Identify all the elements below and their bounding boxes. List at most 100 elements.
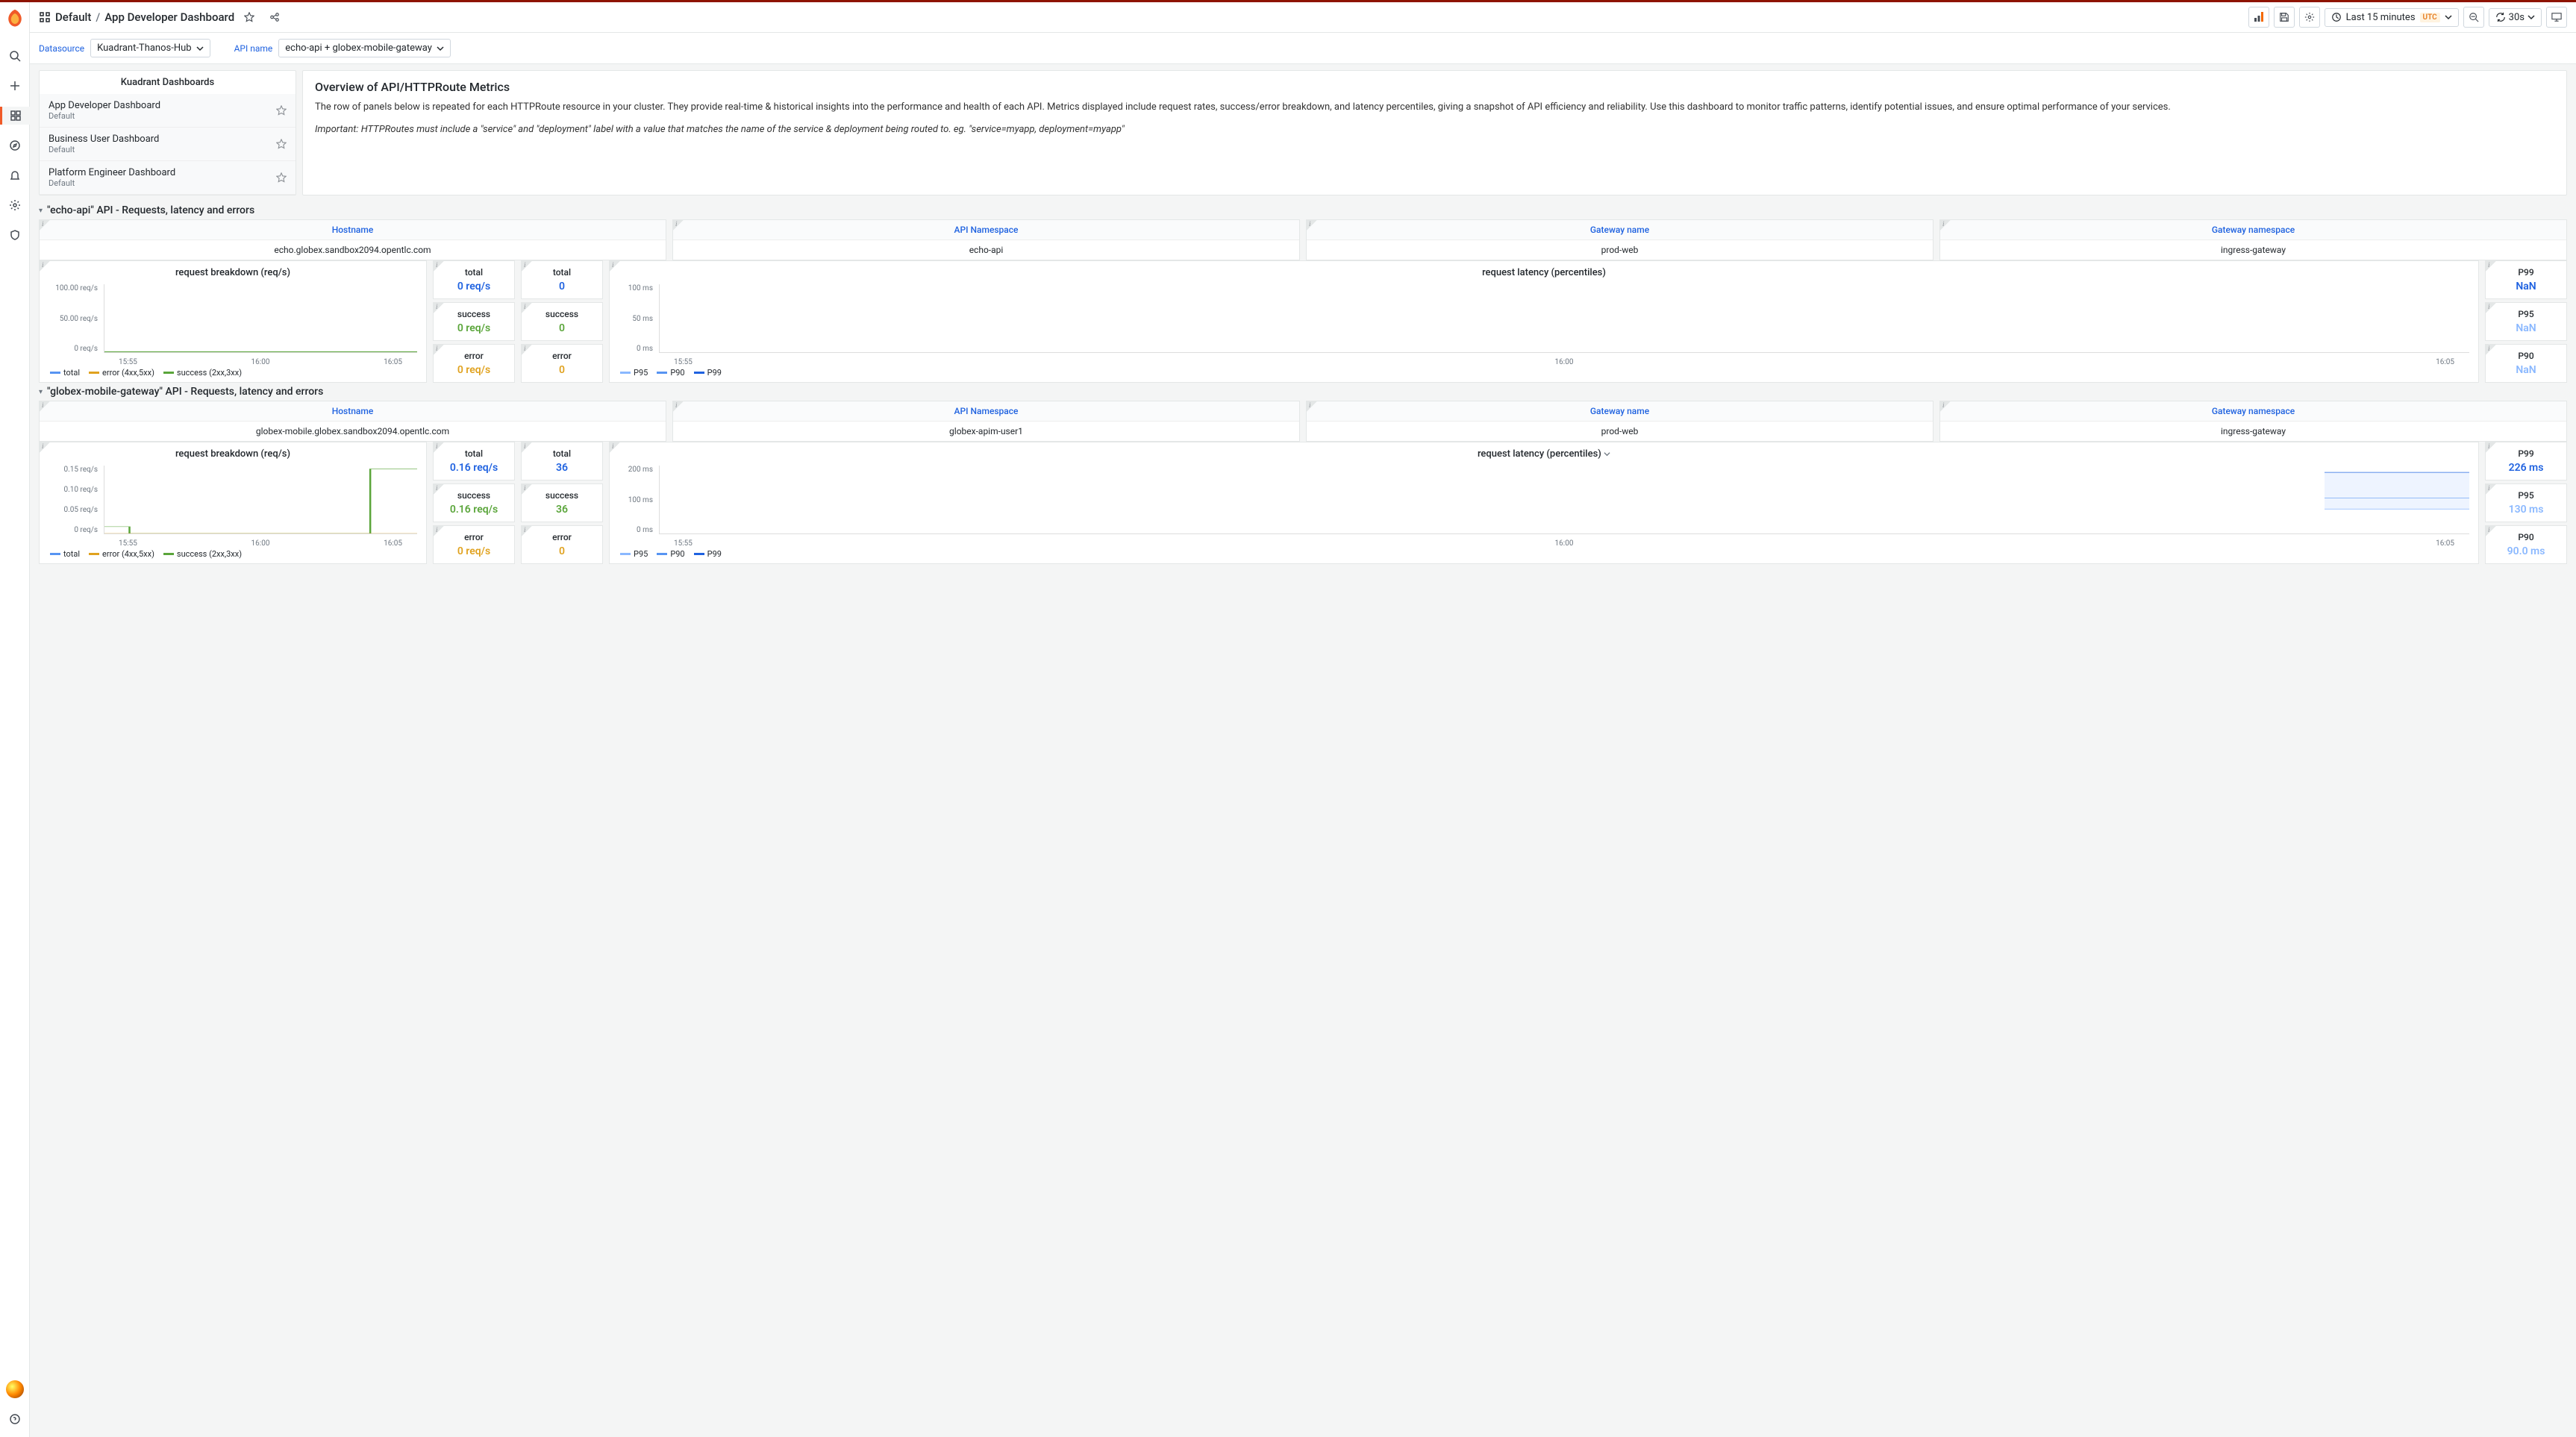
stat-error-rate: ierror0 req/s [433, 525, 515, 564]
info-cell: i Gateway name prod-web [1306, 401, 1933, 442]
dashboard-header: Default / App Developer Dashboard Last 1… [30, 2, 2576, 33]
panel-info-icon[interactable]: i [2486, 261, 2496, 272]
plus-icon[interactable] [6, 77, 24, 95]
stat-p95: iP95130 ms [2485, 483, 2567, 522]
zoom-out-icon[interactable] [2463, 7, 2484, 28]
panel-info-icon[interactable]: i [2486, 303, 2496, 313]
shield-icon[interactable] [6, 226, 24, 244]
panel-info-icon[interactable]: i [2486, 442, 2496, 453]
stat-p95: iP95NaN [2485, 302, 2567, 341]
overview-important: Important: HTTPRoutes must include a "se… [315, 124, 1125, 135]
dashlist-item[interactable]: App Developer Dashboard Default [40, 94, 296, 128]
panel-info-icon[interactable]: i [2486, 484, 2496, 495]
gear-icon[interactable] [6, 196, 24, 214]
overview-body: The row of panels below is repeated for … [315, 100, 2554, 115]
request-breakdown-panel: i request breakdown (req/s) 0.15 req/s0.… [39, 442, 427, 564]
user-avatar-icon[interactable] [6, 1380, 24, 1398]
dashboards-icon[interactable] [0, 107, 30, 125]
row-header[interactable]: ▾ "echo-api" API - Requests, latency and… [39, 201, 2567, 219]
info-cell: i Hostname echo.globex.sandbox2094.opent… [39, 219, 666, 260]
dashlist-item[interactable]: Platform Engineer Dashboard Default [40, 161, 296, 195]
y-axis: 200 ms100 ms0 ms [619, 466, 656, 534]
chart-plot[interactable] [659, 466, 2469, 534]
request-latency-panel: i request latency (percentiles) 200 ms10… [609, 442, 2479, 564]
panel-info-icon[interactable]: i [434, 442, 444, 453]
settings-icon[interactable] [2299, 7, 2320, 28]
dashlist-title: Kuadrant Dashboards [40, 71, 296, 94]
dashlist-item-name: App Developer Dashboard [49, 100, 160, 111]
panel-info-icon[interactable]: i [522, 345, 532, 355]
chart-plot[interactable] [104, 284, 417, 353]
request-latency-panel: i request latency (percentiles) 100 ms50… [609, 260, 2479, 383]
monitor-icon[interactable] [2546, 7, 2567, 28]
chevron-down-icon [196, 45, 204, 52]
x-axis: 15:5516:0016:05 [659, 539, 2469, 548]
panel-info-icon[interactable]: i [434, 261, 444, 272]
var-api-name-label: API name [234, 43, 273, 54]
var-datasource-select[interactable]: Kuadrant-Thanos-Hub [90, 39, 210, 57]
panel-info-icon[interactable]: i [2486, 345, 2496, 355]
star-icon[interactable] [276, 139, 287, 149]
info-cell: i API Namespace echo-api [672, 219, 1300, 260]
row-title: "globex-mobile-gateway" API - Requests, … [47, 386, 323, 398]
search-icon[interactable] [6, 47, 24, 65]
stat-error-count: ierror0 [521, 344, 603, 383]
y-axis: 100 ms50 ms0 ms [619, 284, 656, 353]
stat-success-rate: isuccess0.16 req/s [433, 483, 515, 522]
share-icon[interactable] [264, 7, 285, 28]
grafana-logo-icon[interactable] [4, 8, 25, 29]
chart-plot[interactable] [104, 466, 417, 534]
stat-p90: iP90NaN [2485, 344, 2567, 383]
refresh-button[interactable]: 30s [2489, 8, 2542, 27]
chart-legend: total error (4xx,5xx) success (2xx,3xx) [40, 366, 426, 379]
dashlist-item-folder: Default [49, 111, 160, 121]
stat-p90: iP9090.0 ms [2485, 525, 2567, 564]
row-title: "echo-api" API - Requests, latency and e… [47, 204, 254, 216]
apps-icon[interactable] [39, 11, 51, 23]
info-cell: i API Namespace globex-apim-user1 [672, 401, 1300, 442]
panel-info-icon[interactable]: i [522, 526, 532, 536]
chart-legend: total error (4xx,5xx) success (2xx,3xx) [40, 548, 426, 560]
time-range-picker[interactable]: Last 15 minutes UTC [2325, 8, 2459, 27]
dashlist-item-name: Business User Dashboard [49, 134, 159, 145]
star-icon[interactable] [276, 105, 287, 116]
variable-bar: Datasource Kuadrant-Thanos-Hub API name … [30, 33, 2576, 64]
x-axis: 15:5516:0016:05 [104, 358, 417, 366]
overview-text-panel: Overview of API/HTTPRoute Metrics The ro… [302, 70, 2567, 195]
dashlist-item[interactable]: Business User Dashboard Default [40, 128, 296, 161]
panel-info-icon[interactable]: i [434, 303, 444, 313]
panel-info-icon[interactable]: i [434, 526, 444, 536]
dashlist-item-folder: Default [49, 145, 159, 154]
var-datasource-label: Datasource [39, 43, 84, 54]
breadcrumb[interactable]: Default / App Developer Dashboard [55, 10, 234, 24]
chart-plot[interactable] [659, 284, 2469, 353]
panel-info-icon[interactable]: i [434, 345, 444, 355]
chevron-down-icon: ▾ [39, 207, 43, 215]
utc-badge: UTC [2420, 13, 2440, 22]
panel-info-icon[interactable]: i [2486, 526, 2496, 536]
stat-p99: iP99NaN [2485, 260, 2567, 299]
x-axis: 15:5516:0016:05 [659, 358, 2469, 366]
breadcrumb-folder[interactable]: Default [55, 10, 91, 24]
panel-info-icon[interactable]: i [522, 442, 532, 453]
help-icon[interactable] [6, 1410, 24, 1428]
var-api-name-select[interactable]: echo-api + globex-mobile-gateway [278, 39, 451, 57]
save-icon[interactable] [2274, 7, 2295, 28]
row-header[interactable]: ▾ "globex-mobile-gateway" API - Requests… [39, 383, 2567, 401]
panel-info-icon[interactable]: i [434, 484, 444, 495]
chevron-down-icon [2445, 13, 2452, 21]
panel-info-icon[interactable]: i [522, 303, 532, 313]
explore-icon[interactable] [6, 137, 24, 154]
panel-info-icon[interactable]: i [522, 261, 532, 272]
page-title: App Developer Dashboard [104, 10, 234, 24]
dashlist-item-folder: Default [49, 178, 175, 188]
star-icon[interactable] [239, 7, 260, 28]
bell-icon[interactable] [6, 166, 24, 184]
panel-info-icon[interactable]: i [522, 484, 532, 495]
stat-total-rate: itotal0 req/s [433, 260, 515, 299]
star-icon[interactable] [276, 172, 287, 183]
y-axis: 100.00 req/s50.00 req/s0 req/s [49, 284, 101, 353]
info-cell: i Gateway name prod-web [1306, 219, 1933, 260]
add-panel-icon[interactable] [2248, 7, 2269, 28]
stat-success-rate: isuccess0 req/s [433, 302, 515, 341]
